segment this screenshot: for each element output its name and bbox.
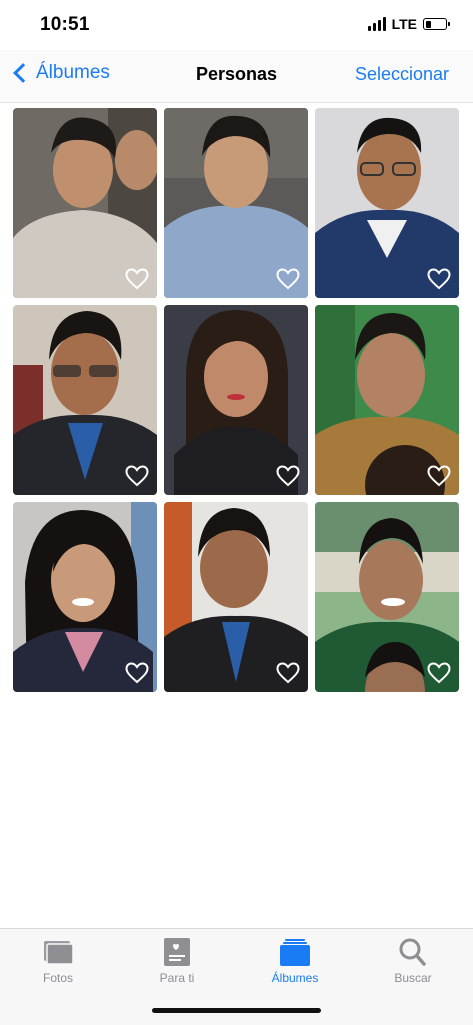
heart-outline-icon[interactable] xyxy=(125,465,149,487)
tab-para-ti[interactable]: Para ti xyxy=(127,937,227,985)
albums-icon xyxy=(280,939,310,966)
signal-icon xyxy=(367,17,386,31)
person-tile[interactable] xyxy=(315,108,459,298)
tab-label: Álbumes xyxy=(271,971,319,985)
battery-icon xyxy=(423,18,450,30)
person-tile[interactable] xyxy=(13,108,157,298)
status-bar: 10:51 LTE xyxy=(0,0,473,50)
heart-outline-icon[interactable] xyxy=(276,465,300,487)
search-icon xyxy=(399,938,426,966)
status-time: 10:51 xyxy=(40,14,90,35)
heart-outline-icon[interactable] xyxy=(427,268,451,290)
person-tile[interactable] xyxy=(13,305,157,495)
people-grid xyxy=(13,108,460,692)
heart-outline-icon[interactable] xyxy=(427,465,451,487)
home-indicator[interactable] xyxy=(152,1008,321,1013)
tab-buscar[interactable]: Buscar xyxy=(363,937,463,985)
tab-fotos[interactable]: Fotos xyxy=(8,937,108,985)
status-indicators: LTE xyxy=(367,16,450,32)
tab-label: Fotos xyxy=(42,971,73,985)
tab-albumes[interactable]: Álbumes xyxy=(245,937,345,985)
person-tile[interactable] xyxy=(13,502,157,692)
tab-label: Para ti xyxy=(159,971,195,985)
heart-outline-icon[interactable] xyxy=(427,662,451,684)
tab-label: Buscar xyxy=(394,971,432,985)
heart-outline-icon[interactable] xyxy=(125,268,149,290)
person-tile[interactable] xyxy=(164,305,308,495)
heart-outline-icon[interactable] xyxy=(276,662,300,684)
person-tile[interactable] xyxy=(315,305,459,495)
for-you-icon xyxy=(164,938,190,966)
person-tile[interactable] xyxy=(315,502,459,692)
heart-outline-icon[interactable] xyxy=(125,662,149,684)
navigation-bar: Álbumes Personas Seleccionar xyxy=(0,50,473,103)
person-tile[interactable] xyxy=(164,502,308,692)
photos-icon xyxy=(44,941,74,965)
network-type: LTE xyxy=(391,16,417,32)
person-tile[interactable] xyxy=(164,108,308,298)
heart-outline-icon[interactable] xyxy=(276,268,300,290)
select-button[interactable]: Seleccionar xyxy=(355,64,449,85)
